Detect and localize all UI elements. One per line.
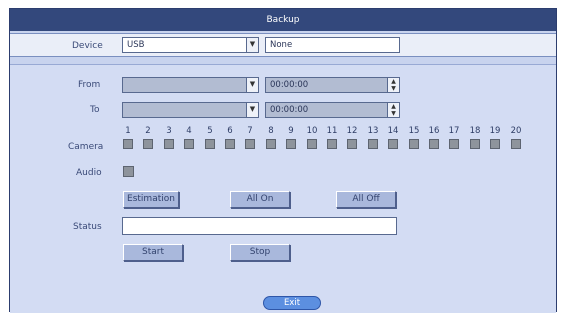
camera-checkbox[interactable] bbox=[490, 139, 500, 149]
dialog-title: Backup bbox=[10, 9, 556, 31]
device-target-value: None bbox=[270, 40, 293, 50]
camera-number: 1 bbox=[125, 126, 131, 136]
chevron-down-icon: ▼ bbox=[246, 38, 258, 52]
camera-number: 2 bbox=[145, 126, 151, 136]
device-label: Device bbox=[72, 41, 103, 51]
camera-checkbox[interactable] bbox=[184, 139, 194, 149]
all-on-button[interactable]: All On bbox=[230, 191, 290, 208]
all-off-button[interactable]: All Off bbox=[336, 191, 396, 208]
camera-number: 4 bbox=[186, 126, 192, 136]
camera-checkbox[interactable] bbox=[225, 139, 235, 149]
chevron-down-icon: ▼ bbox=[246, 78, 258, 92]
from-time-spinner[interactable]: 00:00:00 ▲ ▼ bbox=[265, 77, 400, 93]
camera-checkbox[interactable] bbox=[286, 139, 296, 149]
start-button[interactable]: Start bbox=[123, 244, 183, 261]
camera-checkbox[interactable] bbox=[449, 139, 459, 149]
stop-button[interactable]: Stop bbox=[230, 244, 290, 261]
camera-number: 17 bbox=[448, 126, 460, 136]
camera-checkbox[interactable] bbox=[429, 139, 439, 149]
camera-number: 20 bbox=[510, 126, 522, 136]
camera-label: Camera bbox=[68, 142, 104, 152]
spinner-arrows-icon[interactable]: ▲ ▼ bbox=[387, 78, 399, 92]
to-label: To bbox=[90, 105, 100, 115]
camera-checkbox[interactable] bbox=[164, 139, 174, 149]
camera-number: 7 bbox=[247, 126, 253, 136]
spinner-arrows-icon[interactable]: ▲ ▼ bbox=[387, 103, 399, 117]
camera-checkbox[interactable] bbox=[347, 139, 357, 149]
to-time-value: 00:00:00 bbox=[270, 105, 309, 115]
exit-button[interactable]: Exit bbox=[263, 296, 321, 310]
device-select-value: USB bbox=[127, 40, 145, 50]
to-time-spinner[interactable]: 00:00:00 ▲ ▼ bbox=[265, 102, 400, 118]
from-date-select[interactable]: ▼ bbox=[122, 77, 259, 93]
camera-checkbox[interactable] bbox=[470, 139, 480, 149]
status-label: Status bbox=[73, 222, 102, 232]
camera-checkbox[interactable] bbox=[368, 139, 378, 149]
camera-checkbox[interactable] bbox=[388, 139, 398, 149]
camera-number: 16 bbox=[428, 126, 440, 136]
camera-number: 5 bbox=[207, 126, 213, 136]
camera-number: 15 bbox=[408, 126, 420, 136]
camera-number: 12 bbox=[346, 126, 358, 136]
camera-number: 18 bbox=[469, 126, 481, 136]
device-select[interactable]: USB ▼ bbox=[122, 37, 259, 53]
camera-checkbox[interactable] bbox=[307, 139, 317, 149]
camera-checkbox[interactable] bbox=[266, 139, 276, 149]
camera-number: 13 bbox=[367, 126, 379, 136]
camera-checkbox[interactable] bbox=[327, 139, 337, 149]
camera-checkbox[interactable] bbox=[143, 139, 153, 149]
camera-number: 9 bbox=[288, 126, 294, 136]
device-target-field[interactable]: None bbox=[265, 37, 400, 53]
camera-number: 8 bbox=[268, 126, 274, 136]
status-field bbox=[122, 217, 397, 235]
camera-number: 19 bbox=[489, 126, 501, 136]
camera-checkbox[interactable] bbox=[245, 139, 255, 149]
audio-checkbox[interactable] bbox=[123, 166, 134, 177]
from-label: From bbox=[78, 80, 101, 90]
camera-number: 11 bbox=[326, 126, 338, 136]
camera-checkbox[interactable] bbox=[205, 139, 215, 149]
camera-number: 10 bbox=[306, 126, 318, 136]
estimation-button[interactable]: Estimation bbox=[123, 191, 179, 208]
camera-number: 6 bbox=[227, 126, 233, 136]
from-time-value: 00:00:00 bbox=[270, 80, 309, 90]
camera-checkbox[interactable] bbox=[409, 139, 419, 149]
to-date-select[interactable]: ▼ bbox=[122, 102, 259, 118]
backup-dialog: Backup bbox=[9, 8, 557, 313]
camera-number: 3 bbox=[166, 126, 172, 136]
camera-number: 14 bbox=[387, 126, 399, 136]
chevron-down-icon: ▼ bbox=[246, 103, 258, 117]
camera-checkbox[interactable] bbox=[511, 139, 521, 149]
audio-label: Audio bbox=[76, 168, 102, 178]
camera-checkbox[interactable] bbox=[123, 139, 133, 149]
